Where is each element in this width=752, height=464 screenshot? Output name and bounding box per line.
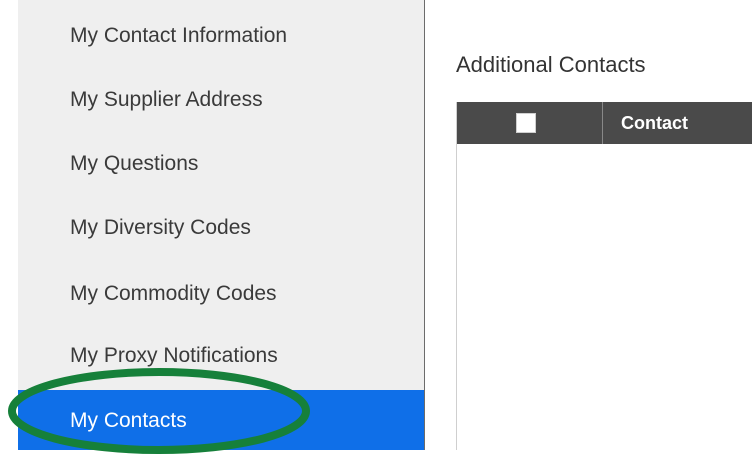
sidebar-item-label: My Proxy Notifications	[70, 344, 278, 367]
column-header-contact[interactable]: Contact	[621, 102, 688, 144]
sidebar-item-contact-information[interactable]: My Contact Information	[18, 4, 424, 68]
sidebar-item-supplier-address[interactable]: My Supplier Address	[18, 68, 424, 132]
sidebar-item-label: My Diversity Codes	[70, 216, 251, 239]
page: My Contact Information My Supplier Addre…	[0, 0, 752, 464]
sidebar-item-questions[interactable]: My Questions	[18, 132, 424, 196]
page-title: Additional Contacts	[456, 52, 646, 77]
sidebar-item-label: My Supplier Address	[70, 88, 263, 111]
sidebar-nav: My Contact Information My Supplier Addre…	[18, 0, 425, 450]
sidebar-item-label: My Commodity Codes	[70, 282, 277, 305]
sidebar-item-commodity-codes[interactable]: My Commodity Codes	[18, 262, 424, 326]
sidebar-item-label: My Questions	[70, 152, 199, 175]
contacts-table: Contact	[456, 102, 752, 450]
select-all-checkbox[interactable]	[516, 113, 536, 133]
select-all-cell	[457, 102, 603, 144]
sidebar-item-proxy-notifications[interactable]: My Proxy Notifications	[18, 324, 424, 388]
sidebar-item-label: My Contacts	[70, 409, 187, 432]
sidebar-item-label: My Contact Information	[70, 24, 288, 47]
sidebar-item-contacts[interactable]: My Contacts	[18, 390, 424, 450]
table-header: Contact	[457, 102, 752, 144]
sidebar-item-diversity-codes[interactable]: My Diversity Codes	[18, 196, 424, 260]
